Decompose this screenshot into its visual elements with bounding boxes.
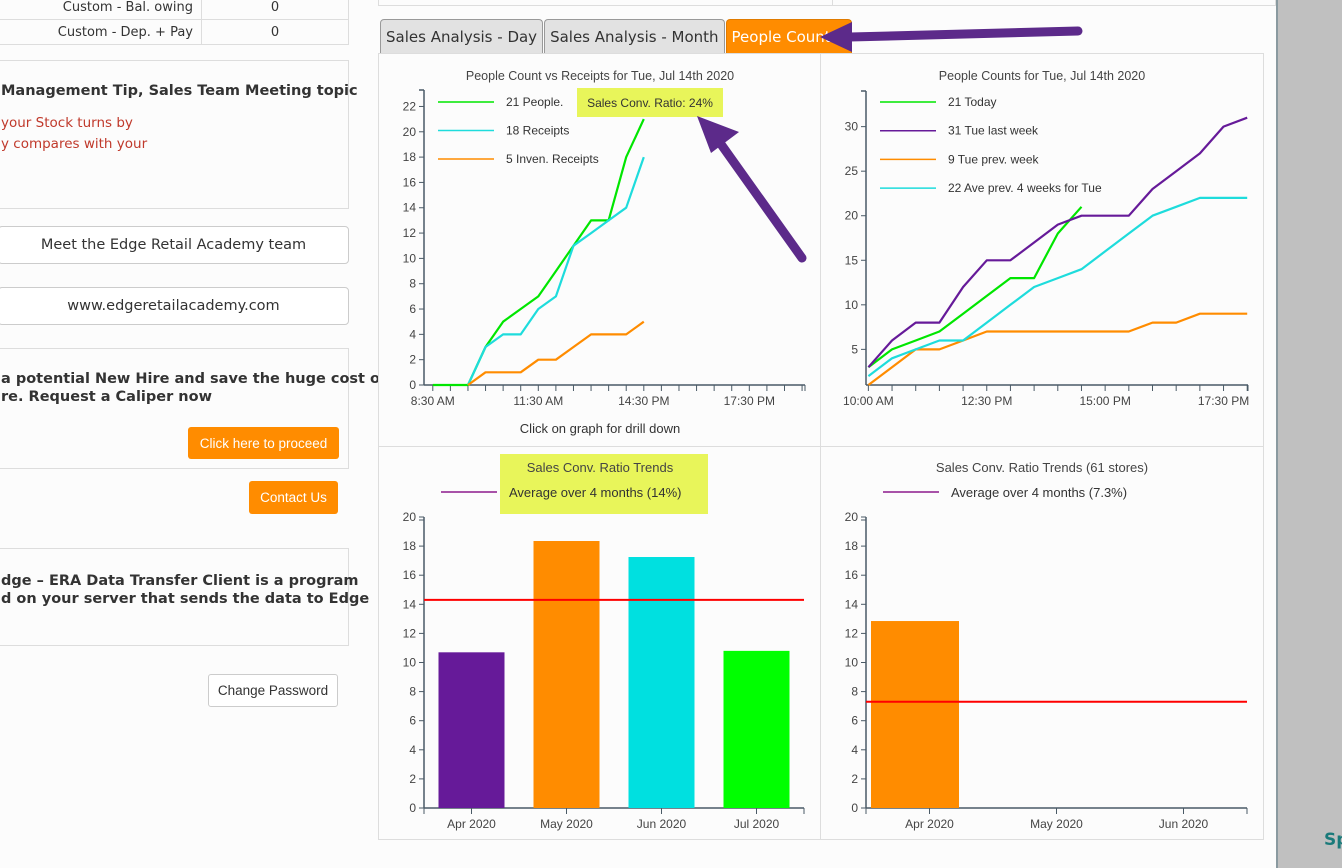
y-tick-label: 0: [409, 801, 416, 815]
drill-down-hint: Click on graph for drill down: [520, 421, 680, 436]
charts-canvas: People Count vs Receipts for Tue, Jul 14…: [403, 22, 1249, 831]
legend-label: Average over 4 months (14%): [509, 485, 681, 500]
y-tick-label: 12: [403, 626, 417, 640]
y-tick-label: 6: [409, 714, 416, 728]
y-tick-label: 25: [845, 164, 859, 178]
y-tick-label: 10: [403, 656, 417, 670]
bar: [438, 652, 505, 808]
y-tick-label: 2: [409, 353, 416, 367]
y-tick-label: 4: [409, 743, 416, 757]
x-tick-label: May 2020: [1030, 817, 1083, 831]
y-tick-label: 14: [845, 597, 859, 611]
x-tick-label: 15:00 PM: [1079, 394, 1130, 408]
y-tick-label: 4: [409, 327, 416, 341]
y-tick-label: 6: [851, 714, 858, 728]
series-line: [867, 116, 1248, 368]
side-panel-text: Sp: [1324, 830, 1342, 850]
y-tick-label: 10: [403, 251, 417, 265]
chart-title: Sales Conv. Ratio Trends: [527, 460, 674, 475]
y-tick-label: 2: [409, 772, 416, 786]
y-tick-label: 8: [409, 685, 416, 699]
y-tick-label: 0: [851, 801, 858, 815]
sales-conv-trend-chart[interactable]: Sales Conv. Ratio Trends Average over 4 …: [403, 454, 805, 831]
chart-title: People Count vs Receipts for Tue, Jul 14…: [466, 69, 734, 83]
x-tick-label: 12:30 PM: [961, 394, 1012, 408]
y-tick-label: 0: [409, 378, 416, 392]
y-tick-label: 15: [845, 253, 859, 267]
y-tick-label: 10: [845, 298, 859, 312]
series-line: [867, 312, 1248, 386]
legend-label: 31 Tue last week: [948, 124, 1039, 138]
y-tick-label: 10: [845, 656, 859, 670]
y-tick-label: 20: [845, 209, 859, 223]
legend-label: 21 Today: [948, 95, 997, 109]
y-tick-label: 20: [403, 125, 417, 139]
side-panel: [1276, 0, 1342, 868]
legend-label: 9 Tue prev. week: [948, 152, 1039, 166]
y-tick-label: 14: [403, 597, 417, 611]
x-tick-label: 17:30 PM: [1198, 394, 1249, 408]
x-tick-label: Jun 2020: [1159, 817, 1209, 831]
bar: [533, 541, 600, 808]
y-tick-label: 8: [409, 277, 416, 291]
x-tick-label: May 2020: [540, 817, 593, 831]
y-tick-label: 20: [845, 510, 859, 524]
x-tick-label: 17:30 PM: [724, 394, 775, 408]
y-tick-label: 4: [851, 743, 858, 757]
x-tick-label: Jun 2020: [637, 817, 687, 831]
y-tick-label: 20: [403, 510, 417, 524]
y-tick-label: 2: [851, 772, 858, 786]
y-tick-label: 18: [403, 150, 417, 164]
y-tick-label: 30: [845, 120, 859, 134]
bar: [628, 557, 695, 808]
chart-title: People Counts for Tue, Jul 14th 2020: [939, 69, 1145, 83]
arrow-head-icon: [697, 116, 739, 153]
arrow-shaft: [713, 135, 807, 263]
y-tick-label: 6: [409, 302, 416, 316]
y-tick-label: 14: [403, 201, 417, 215]
y-tick-label: 16: [845, 568, 859, 582]
y-tick-label: 18: [845, 539, 859, 553]
legend-label: Average over 4 months (7.3%): [951, 485, 1127, 500]
y-tick-label: 16: [403, 175, 417, 189]
y-tick-label: 8: [851, 685, 858, 699]
x-tick-label: 11:30 AM: [513, 394, 563, 408]
y-tick-label: 5: [851, 342, 858, 356]
series-line: [467, 320, 645, 386]
x-tick-label: 10:00 AM: [843, 394, 894, 408]
legend-label: 5 Inven. Receipts: [506, 152, 599, 166]
bar: [723, 650, 790, 808]
arrow-head-icon: [820, 22, 852, 52]
x-tick-label: Apr 2020: [447, 817, 496, 831]
x-tick-label: Apr 2020: [905, 817, 954, 831]
y-tick-label: 12: [403, 226, 417, 240]
x-tick-label: Jul 2020: [734, 817, 780, 831]
people-counts-chart[interactable]: People Counts for Tue, Jul 14th 2020 5 10…: [843, 69, 1249, 408]
conversion-ratio-badge: Sales Conv. Ratio: 24%: [587, 96, 713, 110]
chart-title: Sales Conv. Ratio Trends (61 stores): [936, 460, 1148, 475]
annotation-arrows: [697, 22, 1083, 263]
y-tick-label: 12: [845, 626, 859, 640]
y-tick-label: 22: [403, 99, 417, 113]
legend-label: 18 Receipts: [506, 124, 569, 138]
y-tick-label: 16: [403, 568, 417, 582]
arrow-shaft: [845, 26, 1083, 42]
legend-label: 22 Ave prev. 4 weeks for Tue: [948, 181, 1102, 195]
sales-conv-trend-stores-chart[interactable]: Sales Conv. Ratio Trends (61 stores) Ave…: [845, 460, 1248, 831]
x-tick-label: 8:30 AM: [411, 394, 455, 408]
x-tick-label: 14:30 PM: [618, 394, 669, 408]
y-tick-label: 18: [403, 539, 417, 553]
legend-label: 21 People.: [506, 95, 563, 109]
bar: [871, 621, 959, 808]
people-vs-receipts-chart[interactable]: People Count vs Receipts for Tue, Jul 14…: [403, 69, 806, 436]
